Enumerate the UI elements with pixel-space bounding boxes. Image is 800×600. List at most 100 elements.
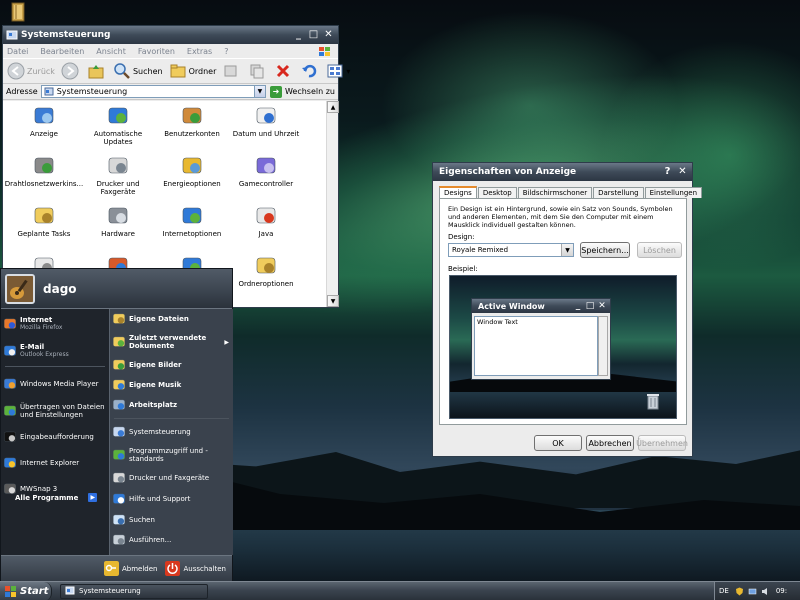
dialog-title: Eigenschaften von Anzeige [439, 167, 577, 177]
control-panel-item[interactable]: Ordneroptionen [229, 255, 303, 299]
power-icon [182, 157, 202, 174]
minimize-button[interactable]: _ [292, 29, 305, 42]
apply-button[interactable]: Übernehmen [636, 435, 688, 451]
delete-theme-button[interactable]: Löschen [637, 242, 682, 258]
copy-to-button[interactable] [248, 62, 268, 80]
control-panel-item[interactable]: Benutzerkonten [155, 105, 229, 149]
move-to-button[interactable] [222, 62, 242, 80]
search-button[interactable]: Suchen [113, 62, 163, 80]
dialog-titlebar[interactable]: Eigenschaften von Anzeige ? ✕ [433, 163, 692, 181]
scroll-down-button[interactable]: ▼ [327, 295, 339, 307]
menu-edit[interactable]: Bearbeiten [40, 47, 84, 56]
start-menu-place[interactable]: Ausführen... [110, 530, 233, 550]
start-menu-program[interactable]: Internet Mozilla Firefox [1, 309, 109, 339]
program-title: Übertragen von Dateien und Einstellungen [20, 403, 105, 419]
cancel-button[interactable]: Abbrechen [586, 435, 634, 451]
arrow-right-icon: ▶ [224, 338, 229, 346]
start-menu-place[interactable]: Suchen [110, 510, 233, 530]
design-value: Royale Remixed [452, 246, 509, 254]
tab-screensaver[interactable]: Bildschirmschoner [517, 187, 593, 198]
shutdown-button[interactable]: Ausschalten [165, 561, 226, 576]
control-panel-item[interactable]: Gamecontroller [229, 155, 303, 199]
ok-button[interactable]: OK [534, 435, 582, 451]
control-panel-item[interactable]: Internetoptionen [155, 205, 229, 249]
control-panel-item[interactable]: Automatische Updates [81, 105, 155, 149]
place-title: Arbeitsplatz [129, 401, 178, 409]
design-select[interactable]: Royale Remixed ▼ [448, 243, 574, 257]
chevron-down-icon[interactable]: ▼ [561, 244, 573, 256]
menu-file[interactable]: Datei [7, 47, 28, 56]
security-shield-icon[interactable] [735, 587, 744, 596]
start-menu-program[interactable]: E-Mail Outlook Express [1, 339, 109, 363]
undo-button[interactable] [300, 62, 320, 80]
language-indicator[interactable]: DE [719, 587, 729, 595]
start-menu-place[interactable]: Systemsteuerung [110, 422, 233, 442]
program-access-icon [113, 449, 125, 460]
program-title: Internet [20, 316, 53, 324]
start-menu-place[interactable]: Drucker und Faxgeräte [110, 468, 233, 488]
go-button[interactable]: ➜ Wechseln zu [269, 85, 335, 98]
printer-icon [113, 472, 125, 483]
chevron-down-icon[interactable]: ▼ [253, 86, 265, 97]
menu-view[interactable]: Ansicht [96, 47, 126, 56]
start-menu-place[interactable]: Eigene Bilder [110, 355, 233, 375]
network-icon[interactable] [748, 587, 757, 596]
recent-documents-icon [113, 336, 125, 347]
desktop-folder-icon[interactable] [8, 2, 28, 22]
menu-help[interactable]: ? [224, 47, 228, 56]
start-menu-program[interactable]: Übertragen von Dateien und Einstellungen [1, 398, 109, 424]
tab-appearance[interactable]: Darstellung [593, 187, 644, 198]
all-programs-button[interactable]: Alle Programme ▶ [15, 493, 98, 502]
start-menu-place[interactable]: Eigene Dateien [110, 309, 233, 329]
control-panel-item[interactable]: Hardware [81, 205, 155, 249]
maximize-button[interactable]: □ [307, 29, 320, 42]
all-programs-label: Alle Programme [15, 493, 79, 502]
start-menu-place[interactable]: Hilfe und Support [110, 488, 233, 510]
control-panel-item[interactable]: Datum und Uhrzeit [229, 105, 303, 149]
scroll-up-button[interactable]: ▲ [327, 101, 339, 113]
preview-titlebar: Active Window _ □ ✕ [472, 299, 610, 313]
volume-icon[interactable] [761, 587, 770, 596]
start-menu-program[interactable]: Eingabeaufforderung [1, 424, 109, 450]
forward-button[interactable] [61, 62, 81, 80]
vertical-scrollbar[interactable]: ▲ ▼ [326, 101, 339, 307]
control-panel-item[interactable]: Drucker und Faxgeräte [81, 155, 155, 199]
avatar [5, 273, 35, 304]
control-panel-item[interactable]: Energieoptionen [155, 155, 229, 199]
hardware-icon [108, 207, 128, 224]
start-menu-place[interactable]: Programmzugriff und -standards [110, 442, 233, 468]
menu-favorites[interactable]: Favoriten [138, 47, 175, 56]
taskbar-item-control-panel[interactable]: Systemsteuerung [60, 583, 208, 599]
control-panel-item[interactable]: Java [229, 205, 303, 249]
views-button[interactable]: ▾ [326, 62, 350, 80]
tab-settings[interactable]: Einstellungen [644, 187, 703, 198]
control-panel-titlebar[interactable]: Systemsteuerung _ □ ✕ [3, 26, 338, 44]
tab-designs[interactable]: Designs [439, 186, 477, 198]
control-panel-item[interactable]: Drahtlosnetzwerkins... [5, 155, 83, 199]
place-title: Systemsteuerung [129, 428, 191, 436]
start-button[interactable]: Start [0, 581, 52, 600]
help-button[interactable]: ? [661, 166, 674, 179]
separator [114, 418, 229, 419]
logoff-button[interactable]: Abmelden [103, 561, 157, 576]
control-panel-item[interactable]: Geplante Tasks [7, 205, 81, 249]
start-menu-place[interactable]: Eigene Musik [110, 375, 233, 395]
media-player-icon [4, 378, 16, 389]
clock[interactable]: 09: [776, 587, 787, 595]
start-menu-program[interactable]: Windows Media Player [1, 370, 109, 398]
address-input[interactable]: Systemsteuerung ▼ [40, 85, 266, 98]
back-button[interactable]: Zurück [7, 62, 55, 80]
close-button[interactable]: ✕ [676, 166, 689, 179]
tab-desktop[interactable]: Desktop [477, 187, 517, 198]
save-button[interactable]: Speichern... [580, 242, 630, 258]
start-menu-program[interactable]: Internet Explorer [1, 450, 109, 476]
control-panel-item[interactable]: Anzeige [7, 105, 81, 149]
menu-tools[interactable]: Extras [187, 47, 212, 56]
delete-button[interactable] [274, 62, 294, 80]
start-menu-place[interactable]: Zuletzt verwendete Dokumente ▶ [110, 329, 233, 355]
close-button[interactable]: ✕ [322, 29, 335, 42]
folders-button[interactable]: Ordner [169, 62, 216, 80]
start-menu-place[interactable]: Arbeitsplatz [110, 395, 233, 415]
start-menu-place-text: Eigene Musik [129, 381, 181, 389]
up-button[interactable] [87, 62, 107, 80]
